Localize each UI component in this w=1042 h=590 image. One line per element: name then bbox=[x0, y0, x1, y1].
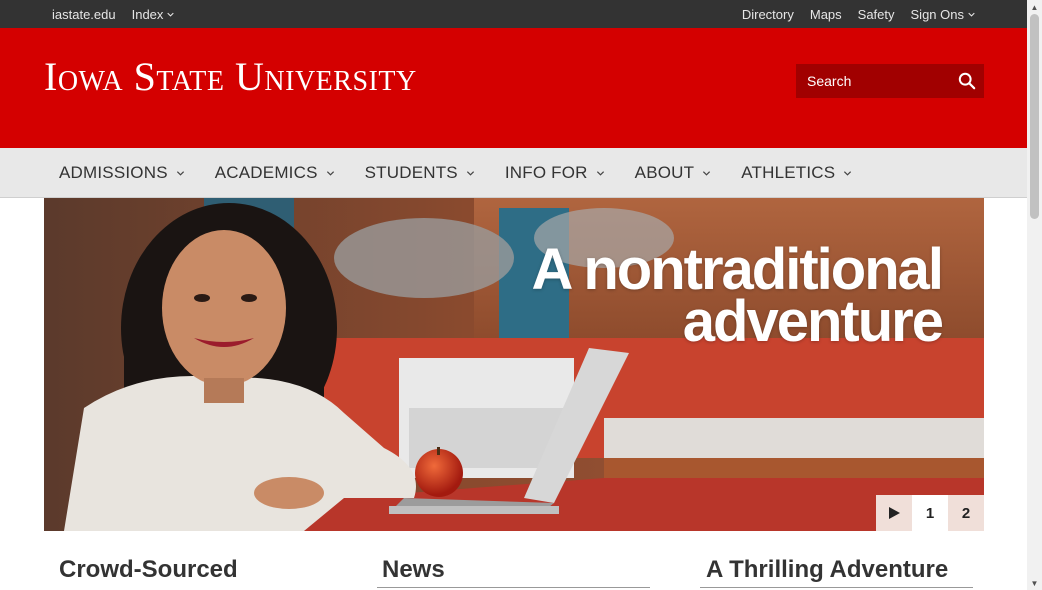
search-button[interactable] bbox=[950, 64, 984, 98]
utility-link-label: Safety bbox=[857, 6, 895, 22]
nav-item-label: STUDENTS bbox=[364, 163, 458, 182]
utility-link-maps[interactable]: Maps bbox=[810, 7, 842, 22]
nav-item-athletics[interactable]: ATHLETICS bbox=[726, 148, 867, 198]
utility-link-label: Index bbox=[131, 6, 164, 22]
hero-title-line: adventure bbox=[682, 289, 944, 354]
masthead: Iowa State University bbox=[0, 28, 1027, 148]
vertical-scrollbar[interactable]: ▲ ▼ bbox=[1027, 0, 1042, 590]
slideshow-controls: 1 2 bbox=[876, 495, 984, 531]
utility-link-label: Maps bbox=[809, 6, 842, 22]
nav-item-label: ADMISSIONS bbox=[59, 163, 168, 182]
logo-text: Iowa State University bbox=[44, 54, 417, 99]
chevron-down-icon bbox=[844, 170, 852, 176]
utility-link-label: iastate.edu bbox=[52, 6, 116, 22]
scroll-up-arrow-icon[interactable]: ▲ bbox=[1027, 0, 1042, 14]
chevron-down-icon bbox=[596, 170, 604, 176]
nav-item-label: ABOUT bbox=[634, 163, 695, 182]
column-title-text: News bbox=[382, 556, 445, 583]
column-divider bbox=[700, 587, 973, 588]
utility-link-iastate[interactable]: iastate.edu bbox=[52, 7, 116, 22]
search-input[interactable] bbox=[796, 64, 946, 98]
scrollbar-thumb[interactable] bbox=[1030, 14, 1039, 219]
column-title-text: A Thrilling Adventure bbox=[706, 556, 949, 583]
search-icon bbox=[958, 72, 976, 90]
utility-bar: iastate.edu Index Directory Maps Safety … bbox=[0, 0, 1027, 28]
nav-item-label: ACADEMICS bbox=[214, 163, 318, 182]
utility-link-label: Directory bbox=[741, 6, 794, 22]
slide-number: 2 bbox=[961, 504, 971, 522]
utility-link-directory[interactable]: Directory bbox=[742, 7, 794, 22]
main-nav-list: ADMISSIONS ACADEMICS STUDENTS INFO FOR A… bbox=[44, 148, 867, 198]
slide-number: 1 bbox=[925, 504, 935, 522]
utility-link-sign-ons[interactable]: Sign Ons bbox=[911, 7, 975, 22]
page: iastate.edu Index Directory Maps Safety … bbox=[0, 0, 1042, 590]
column-divider bbox=[377, 587, 650, 588]
nav-item-about[interactable]: ABOUT bbox=[620, 148, 727, 198]
column-title-text: Crowd-Sourced bbox=[59, 556, 238, 583]
hero-title: A nontraditional adventure bbox=[532, 241, 944, 354]
slide-2-button[interactable]: 2 bbox=[948, 495, 984, 531]
column-title-news: News bbox=[382, 556, 445, 584]
play-button[interactable] bbox=[876, 495, 912, 531]
nav-item-label: ATHLETICS bbox=[741, 163, 836, 182]
utility-right-links: Directory Maps Safety Sign Ons bbox=[742, 0, 975, 28]
chevron-down-icon bbox=[703, 170, 711, 176]
search-box bbox=[796, 64, 984, 98]
nav-item-academics[interactable]: ACADEMICS bbox=[200, 148, 350, 198]
university-logo[interactable]: Iowa State University bbox=[44, 57, 417, 97]
chevron-down-icon bbox=[968, 12, 975, 17]
utility-left-links: iastate.edu Index bbox=[52, 0, 175, 28]
slide-1-button[interactable]: 1 bbox=[912, 495, 948, 531]
main-nav: ADMISSIONS ACADEMICS STUDENTS INFO FOR A… bbox=[0, 148, 1027, 198]
play-icon bbox=[889, 507, 900, 519]
column-title-crowd-sourced: Crowd-Sourced bbox=[59, 556, 238, 584]
nav-item-students[interactable]: STUDENTS bbox=[350, 148, 490, 198]
chevron-down-icon bbox=[326, 170, 334, 176]
nav-item-info-for[interactable]: INFO FOR bbox=[490, 148, 620, 198]
utility-link-label: Sign Ons bbox=[910, 6, 964, 22]
nav-item-label: INFO FOR bbox=[504, 163, 588, 182]
column-title-thrilling-adventure: A Thrilling Adventure bbox=[706, 556, 948, 584]
utility-link-index[interactable]: Index bbox=[132, 7, 175, 22]
nav-item-admissions[interactable]: ADMISSIONS bbox=[44, 148, 200, 198]
chevron-down-icon bbox=[466, 170, 474, 176]
scroll-down-arrow-icon[interactable]: ▼ bbox=[1027, 576, 1042, 590]
chevron-down-icon bbox=[167, 12, 175, 17]
chevron-down-icon bbox=[176, 170, 184, 176]
utility-link-safety[interactable]: Safety bbox=[858, 7, 895, 22]
hero-slideshow: A nontraditional adventure 1 2 bbox=[44, 198, 984, 531]
